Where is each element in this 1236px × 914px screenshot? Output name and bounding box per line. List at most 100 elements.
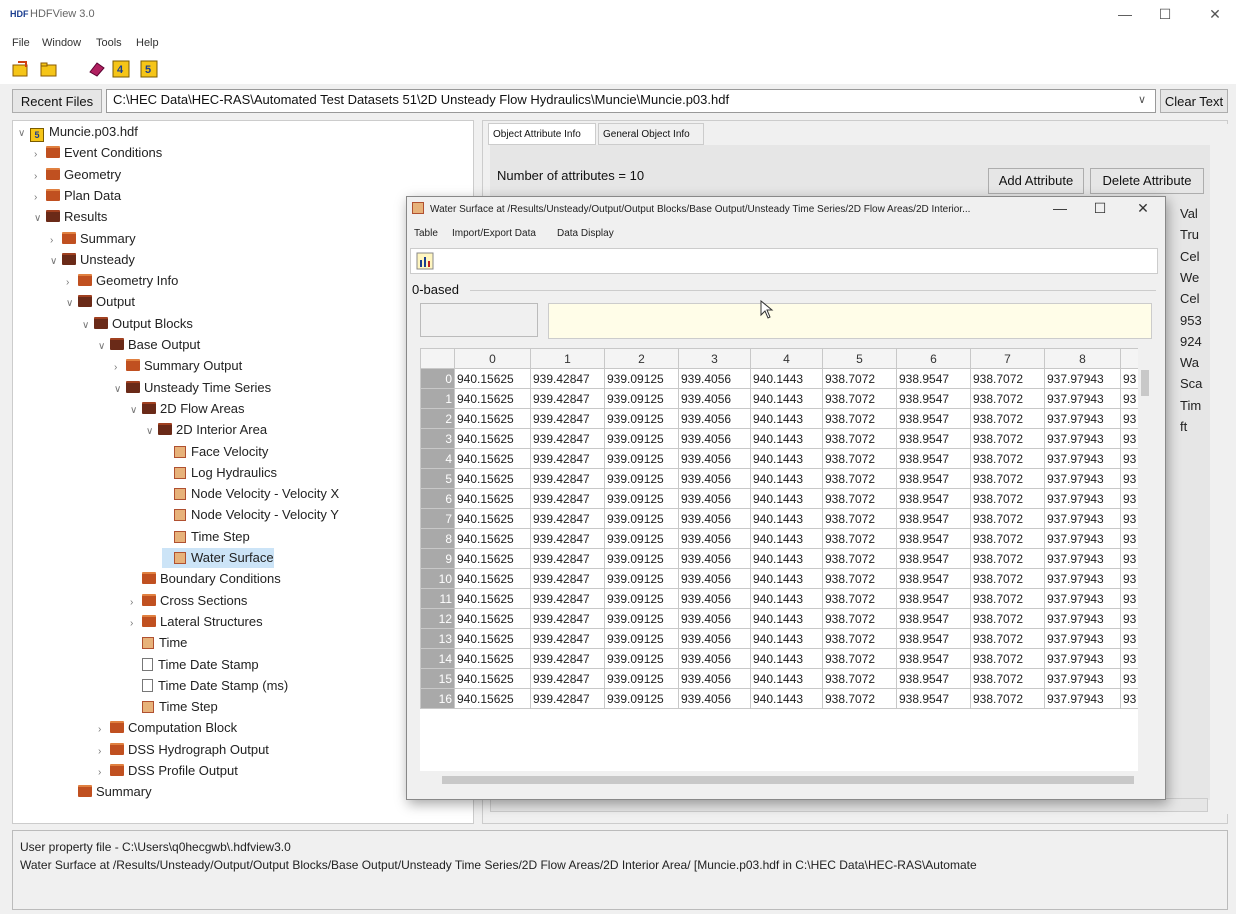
data-cell[interactable]: 939.4056: [678, 408, 751, 429]
minimize-button[interactable]: —: [1110, 6, 1140, 24]
data-cell[interactable]: 940.1443: [750, 628, 823, 649]
tree-item[interactable]: › Computation Block: [98, 718, 237, 738]
recent-files-button[interactable]: Recent Files: [12, 89, 102, 113]
data-cell[interactable]: 940.1443: [750, 368, 823, 389]
data-cell[interactable]: 938.7072: [822, 648, 897, 669]
data-cell[interactable]: 938.7072: [970, 608, 1045, 629]
chevron-right-icon[interactable]: ›: [130, 614, 142, 634]
data-cell[interactable]: 939.4056: [678, 448, 751, 469]
tree-item[interactable]: Time Date Stamp (ms): [130, 676, 288, 696]
row-header[interactable]: 14: [420, 648, 455, 669]
data-cell[interactable]: 938.9547: [896, 368, 971, 389]
data-cell[interactable]: 939.4056: [678, 388, 751, 409]
data-cell[interactable]: 940.1443: [750, 568, 823, 589]
data-cell[interactable]: 940.15625: [454, 628, 531, 649]
data-cell[interactable]: 939.42847: [530, 588, 605, 609]
data-cell[interactable]: 937.97943: [1044, 568, 1121, 589]
data-cell[interactable]: 939.42847: [530, 668, 605, 689]
data-cell[interactable]: 937.97943: [1044, 648, 1121, 669]
data-cell[interactable]: 93: [1119, 488, 1140, 509]
data-cell[interactable]: 939.42847: [530, 688, 605, 709]
data-cell[interactable]: 939.42847: [530, 528, 605, 549]
hdf5-library-icon[interactable]: 5: [140, 60, 158, 78]
data-cell[interactable]: 939.4056: [678, 548, 751, 569]
data-cell[interactable]: 939.09125: [604, 408, 679, 429]
data-cell[interactable]: 939.09125: [604, 428, 679, 449]
data-cell[interactable]: 938.9547: [896, 508, 971, 529]
row-header[interactable]: 12: [420, 608, 455, 629]
chevron-right-icon[interactable]: ›: [130, 593, 142, 613]
chevron-right-icon[interactable]: ›: [34, 188, 46, 208]
data-cell[interactable]: 939.4056: [678, 688, 751, 709]
recent-files-combo[interactable]: C:\HEC Data\HEC-RAS\Automated Test Datas…: [106, 89, 1156, 113]
chevron-down-icon[interactable]: ∨: [130, 401, 142, 421]
chevron-right-icon[interactable]: ›: [66, 273, 78, 293]
attribute-value-cell[interactable]: 953: [1180, 313, 1202, 328]
tree-item[interactable]: › Geometry: [34, 165, 121, 185]
data-cell[interactable]: 938.7072: [822, 688, 897, 709]
data-cell[interactable]: 937.97943: [1044, 408, 1121, 429]
data-cell[interactable]: 939.09125: [604, 608, 679, 629]
data-cell[interactable]: 938.7072: [970, 688, 1045, 709]
chevron-down-icon[interactable]: ∨: [18, 124, 30, 144]
data-cell[interactable]: 940.15625: [454, 468, 531, 489]
data-cell[interactable]: 938.7072: [970, 668, 1045, 689]
chevron-right-icon[interactable]: ›: [98, 720, 110, 740]
row-header[interactable]: 8: [420, 528, 455, 549]
data-cell[interactable]: 940.1443: [750, 468, 823, 489]
tree-item[interactable]: › Summary Output: [114, 356, 242, 376]
tree-item[interactable]: › Plan Data: [34, 186, 121, 206]
attribute-value-cell[interactable]: ft: [1180, 419, 1187, 434]
data-cell[interactable]: 940.1443: [750, 608, 823, 629]
data-cell[interactable]: 93: [1119, 388, 1140, 409]
cell-value-editor[interactable]: [548, 303, 1152, 339]
column-header[interactable]: 7: [970, 348, 1045, 369]
menu-window[interactable]: Window: [42, 37, 81, 49]
attribute-hscrollbar[interactable]: [490, 798, 1208, 812]
data-cell[interactable]: 939.09125: [604, 628, 679, 649]
chevron-right-icon[interactable]: ›: [114, 358, 126, 378]
column-header[interactable]: 2: [604, 348, 679, 369]
data-cell[interactable]: 938.9547: [896, 388, 971, 409]
data-cell[interactable]: 939.4056: [678, 588, 751, 609]
data-cell[interactable]: 939.4056: [678, 508, 751, 529]
data-cell[interactable]: 938.9547: [896, 588, 971, 609]
data-cell[interactable]: 938.7072: [970, 508, 1045, 529]
attribute-value-cell[interactable]: Cel: [1180, 291, 1200, 306]
data-cell[interactable]: 939.09125: [604, 528, 679, 549]
row-header[interactable]: 0: [420, 368, 455, 389]
data-cell[interactable]: 940.1443: [750, 388, 823, 409]
data-cell[interactable]: 938.7072: [970, 388, 1045, 409]
data-cell[interactable]: 939.09125: [604, 368, 679, 389]
data-cell[interactable]: 939.4056: [678, 628, 751, 649]
data-cell[interactable]: 940.15625: [454, 688, 531, 709]
data-cell[interactable]: 938.7072: [822, 488, 897, 509]
tree-item[interactable]: ∨ Results: [34, 207, 107, 227]
tree-item[interactable]: ∨ Output: [66, 292, 135, 312]
data-cell[interactable]: 938.9547: [896, 468, 971, 489]
data-cell[interactable]: 938.7072: [822, 428, 897, 449]
data-cell[interactable]: 938.9547: [896, 528, 971, 549]
data-cell[interactable]: 939.09125: [604, 448, 679, 469]
data-cell[interactable]: 937.97943: [1044, 588, 1121, 609]
row-header[interactable]: 13: [420, 628, 455, 649]
data-cell[interactable]: 940.15625: [454, 508, 531, 529]
data-cell[interactable]: 937.97943: [1044, 468, 1121, 489]
data-cell[interactable]: 939.09125: [604, 688, 679, 709]
data-cell[interactable]: 939.42847: [530, 568, 605, 589]
chevron-right-icon[interactable]: ›: [98, 763, 110, 783]
hdf4-library-icon[interactable]: 4: [112, 60, 130, 78]
attribute-value-cell[interactable]: We: [1180, 270, 1199, 285]
viewer-menu-table[interactable]: Table: [414, 228, 438, 239]
data-cell[interactable]: 939.4056: [678, 488, 751, 509]
chevron-right-icon[interactable]: ›: [50, 231, 62, 251]
row-header[interactable]: 9: [420, 548, 455, 569]
data-cell[interactable]: 939.4056: [678, 368, 751, 389]
attribute-value-cell[interactable]: Wa: [1180, 355, 1199, 370]
row-header[interactable]: 10: [420, 568, 455, 589]
data-cell[interactable]: 940.15625: [454, 548, 531, 569]
data-cell[interactable]: 940.15625: [454, 648, 531, 669]
data-cell[interactable]: 938.7072: [970, 448, 1045, 469]
data-cell[interactable]: 93: [1119, 628, 1140, 649]
data-cell[interactable]: 93: [1119, 528, 1140, 549]
